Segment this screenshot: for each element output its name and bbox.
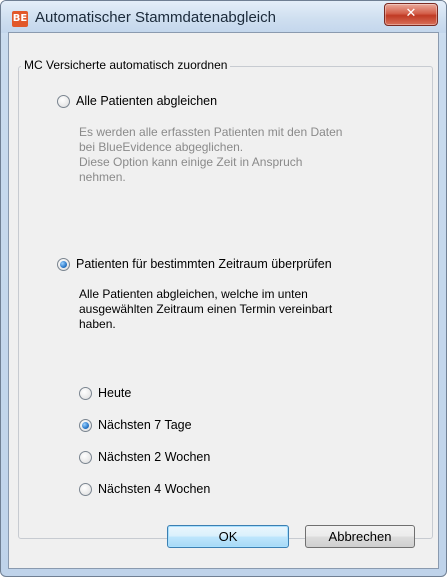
radio-today-label: Heute: [98, 386, 132, 400]
cancel-button[interactable]: Abbrechen: [305, 525, 415, 548]
ok-button[interactable]: OK: [167, 525, 289, 548]
radio-2-weeks-label: Nächsten 2 Wochen: [98, 450, 211, 464]
radio-all-patients[interactable]: Alle Patienten abgleichen: [57, 94, 217, 108]
radio-7-days-label: Nächsten 7 Tage: [98, 418, 192, 432]
radio-2-weeks-indicator[interactable]: [79, 450, 92, 464]
radio-period-today[interactable]: Heute: [79, 386, 131, 400]
radio-all-patients-indicator[interactable]: [57, 94, 70, 108]
all-patients-description: Es werden alle erfassten Patienten mit d…: [79, 125, 343, 184]
radio-4-weeks-indicator[interactable]: [79, 482, 92, 496]
period-description: Alle Patienten abgleichen, welche im unt…: [79, 287, 333, 331]
title-bar[interactable]: BE Automatischer Stammdatenabgleich ✕: [1, 1, 446, 33]
radio-period-2-weeks[interactable]: Nächsten 2 Wochen: [79, 450, 210, 464]
radio-period[interactable]: Patienten für bestimmten Zeitraum überpr…: [57, 257, 332, 271]
group-legend: MC Versicherte automatisch zuordnen: [21, 58, 231, 72]
radio-period-7-days[interactable]: Nächsten 7 Tage: [79, 418, 192, 432]
window-title: Automatischer Stammdatenabgleich: [35, 9, 276, 26]
radio-4-weeks-label: Nächsten 4 Wochen: [98, 482, 211, 496]
radio-all-patients-label: Alle Patienten abgleichen: [76, 94, 218, 108]
radio-period-indicator[interactable]: [57, 257, 70, 271]
radio-period-4-weeks[interactable]: Nächsten 4 Wochen: [79, 482, 210, 496]
close-button[interactable]: ✕: [384, 3, 438, 26]
radio-today-indicator[interactable]: [79, 386, 92, 400]
app-logo-icon: BE: [12, 11, 28, 27]
radio-period-label: Patienten für bestimmten Zeitraum überpr…: [76, 257, 332, 271]
radio-7-days-indicator[interactable]: [79, 418, 92, 432]
